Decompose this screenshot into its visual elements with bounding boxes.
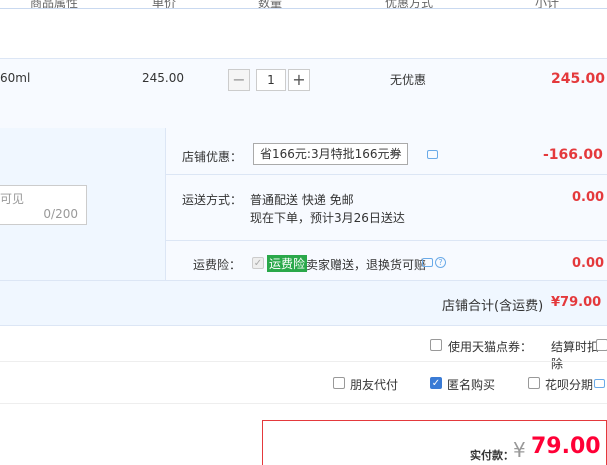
friend-pay-checkbox[interactable] xyxy=(333,377,345,389)
message-placeholder: 可见 xyxy=(0,192,25,206)
insurance-badge: 运费险 xyxy=(267,255,308,272)
shipping-method: 普通配送 快递 免邮 xyxy=(250,193,354,207)
payment-summary: 实付款： ¥ 79.00 xyxy=(262,420,607,465)
table-header: 商品属性 单价 数量 优惠方式 小计 xyxy=(0,0,607,9)
tmall-coupon-label: 使用天猫点券： xyxy=(448,340,533,354)
friend-pay-label: 朋友代付 xyxy=(350,378,399,392)
item-price: 245.00 xyxy=(142,71,184,85)
insurance-amount: 0.00 xyxy=(572,256,605,271)
insurance-checkbox[interactable]: ✓ xyxy=(252,257,264,269)
divider xyxy=(166,240,607,241)
col-qty-header: 数量 xyxy=(258,0,283,9)
shop-discount-selected: 省166元:3月特批166元券 xyxy=(260,147,402,161)
col-attr-header: 商品属性 xyxy=(30,0,79,9)
help-icon[interactable]: ? xyxy=(435,257,446,268)
qty-minus-button[interactable]: − xyxy=(228,69,250,91)
huabei-checkbox[interactable] xyxy=(528,377,540,389)
divider xyxy=(0,361,607,362)
divider xyxy=(0,280,607,281)
chat-icon[interactable] xyxy=(422,258,433,267)
col-price-header: 单价 xyxy=(152,0,177,9)
item-discount: 无优惠 xyxy=(390,73,427,87)
message-counter: 0/200 xyxy=(43,207,78,221)
shipping-eta: 现在下单，预计3月26日送达 xyxy=(250,211,405,225)
insurance-label: 运费险： xyxy=(193,258,242,272)
divider xyxy=(0,403,607,404)
message-textarea[interactable]: 可见 0/200 xyxy=(0,185,87,225)
shop-total-label: 店铺合计(含运费) xyxy=(442,299,544,314)
payment-amount: 79.00 xyxy=(531,434,601,459)
chevron-down-icon xyxy=(391,150,401,156)
shop-total-amount: ¥79.00 xyxy=(551,295,602,310)
col-subtotal-header: 小计 xyxy=(535,0,560,9)
qty-plus-button[interactable]: + xyxy=(288,69,310,91)
item-attr: 60ml xyxy=(0,71,31,85)
tmall-coupon-toggle[interactable] xyxy=(596,339,607,351)
qty-input[interactable]: 1 xyxy=(256,69,286,91)
shipping-label: 运送方式： xyxy=(182,193,243,207)
chat-icon[interactable] xyxy=(427,150,438,159)
chat-icon[interactable] xyxy=(594,379,605,388)
shop-discount-select[interactable]: 省166元:3月特批166元券 xyxy=(253,143,408,165)
huabei-label: 花呗分期 xyxy=(545,378,594,392)
shop-discount-label: 店铺优惠： xyxy=(182,150,243,164)
payment-currency: ¥ xyxy=(513,438,526,462)
shipping-amount: 0.00 xyxy=(572,190,605,205)
divider xyxy=(0,325,607,326)
payment-label: 实付款： xyxy=(470,449,514,462)
divider xyxy=(166,174,607,175)
col-discount-header: 优惠方式 xyxy=(385,0,434,9)
tmall-coupon-checkbox[interactable] xyxy=(430,339,442,351)
item-subtotal: 245.00 xyxy=(551,71,606,87)
insurance-text: 卖家赠送，退换货可赔 xyxy=(306,258,427,272)
anonymous-label: 匿名购买 xyxy=(447,378,496,392)
anonymous-checkbox[interactable]: ✓ xyxy=(430,377,442,389)
shop-discount-amount: -166.00 xyxy=(543,147,603,163)
